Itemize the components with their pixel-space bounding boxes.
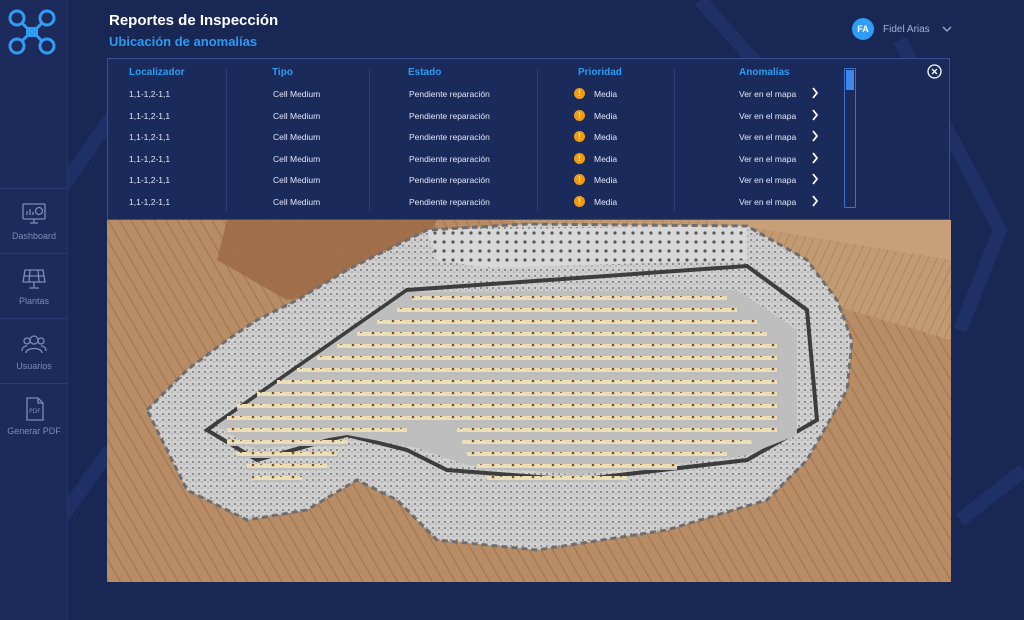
sidebar-item-usuarios[interactable]: Usuarios — [0, 318, 68, 383]
warning-circle-icon: ! — [574, 195, 585, 207]
cell-tipo: Cell Medium — [273, 132, 321, 142]
sidebar-item-dashboard[interactable]: Dashboard — [0, 188, 68, 253]
cell-estado: Pendiente reparación — [409, 110, 490, 121]
aerial-plant-image[interactable] — [107, 220, 951, 582]
cell-estado: Pendiente reparación — [409, 132, 490, 142]
cell-localizador: 1,1-1,2-1,1 — [129, 153, 171, 164]
warning-circle-icon: ! — [574, 88, 585, 99]
users-icon — [21, 335, 47, 354]
table-row[interactable]: 1,1-1,2-1,1 Cell Medium Pendiente repara… — [108, 108, 848, 131]
cell-prioridad: Media — [594, 132, 618, 142]
table-row[interactable]: 1,1-1,2-1,1 Cell Medium Pendiente repara… — [108, 151, 848, 174]
view-on-map-link[interactable]: Ver en el mapa — [739, 111, 796, 121]
user-menu[interactable]: FA Fidel Arias — [852, 18, 952, 40]
drone-logo-icon[interactable] — [6, 8, 58, 56]
cell-tipo: Cell Medium — [273, 153, 321, 164]
cell-localizador: 1,1-1,2-1,1 — [129, 196, 171, 207]
sidebar-item-label: Plantas — [18, 296, 50, 306]
sidebar-item-label: Dashboard — [11, 231, 57, 241]
view-on-map-link[interactable]: Ver en el mapa — [739, 132, 796, 142]
cell-localizador: 1,1-1,2-1,1 — [129, 132, 171, 142]
cell-tipo: Cell Medium — [273, 196, 321, 207]
avatar: FA — [852, 18, 874, 40]
page-subtitle: Ubicación de anomalías — [109, 34, 258, 49]
chevron-down-icon — [942, 26, 952, 32]
cell-prioridad: Media — [594, 153, 618, 164]
sidebar-item-plantas[interactable]: Plantas — [0, 253, 68, 318]
column-header-tipo[interactable]: Tipo — [272, 67, 293, 78]
cell-estado: Pendiente reparación — [409, 89, 490, 99]
view-on-map-link[interactable]: Ver en el mapa — [739, 197, 796, 207]
chevron-right-icon[interactable] — [811, 130, 819, 142]
cell-estado: Pendiente reparación — [409, 153, 490, 164]
chevron-right-icon[interactable] — [811, 194, 819, 207]
page-title: Reportes de Inspección — [109, 12, 279, 29]
user-name: Fidel Arias — [883, 23, 930, 35]
cell-localizador: 1,1-1,2-1,1 — [129, 175, 171, 185]
view-on-map-link[interactable]: Ver en el mapa — [739, 154, 796, 164]
view-on-map-link[interactable]: Ver en el mapa — [739, 89, 796, 99]
anomaly-map[interactable] — [107, 220, 951, 582]
sidebar-item-generar-pdf[interactable]: PDF Generar PDF — [0, 383, 68, 448]
view-on-map-link[interactable]: Ver en el mapa — [739, 175, 796, 185]
cell-localizador: 1,1-1,2-1,1 — [129, 89, 171, 99]
table-row[interactable]: 1,1-1,2-1,1 Cell Medium Pendiente repara… — [108, 173, 848, 195]
cell-prioridad: Media — [594, 196, 618, 207]
table-row[interactable]: 1,1-1,2-1,1 Cell Medium Pendiente repara… — [108, 87, 848, 109]
cell-prioridad: Media — [594, 175, 618, 185]
solar-panel-icon — [22, 269, 46, 289]
chevron-right-icon[interactable] — [811, 87, 819, 99]
table-body: 1,1-1,2-1,1 Cell Medium Pendiente repara… — [108, 87, 848, 216]
cell-prioridad: Media — [594, 89, 618, 99]
column-header-localizador[interactable]: Localizador — [129, 67, 185, 78]
column-header-estado[interactable]: Estado — [408, 67, 441, 78]
warning-circle-icon: ! — [574, 152, 585, 164]
sidebar-nav: Dashboard Plantas Usuarios PDF Generar P… — [0, 188, 68, 448]
chevron-right-icon[interactable] — [811, 108, 819, 121]
pdf-file-icon: PDF — [26, 397, 44, 421]
dashboard-monitor-icon — [22, 203, 46, 224]
svg-text:PDF: PDF — [29, 408, 41, 415]
sidebar: Dashboard Plantas Usuarios PDF Generar P… — [0, 0, 68, 620]
sidebar-item-label: Usuarios — [16, 361, 52, 371]
cell-estado: Pendiente reparación — [409, 196, 490, 207]
table-scrollbar[interactable] — [844, 68, 856, 208]
warning-circle-icon: ! — [574, 131, 585, 142]
column-header-anomalias[interactable]: Anomalías — [739, 67, 790, 78]
anomalies-table-panel: Localizador Tipo Estado Prioridad Anomal… — [107, 58, 950, 220]
cell-localizador: 1,1-1,2-1,1 — [129, 110, 171, 121]
chevron-right-icon[interactable] — [811, 151, 819, 164]
column-header-prioridad[interactable]: Prioridad — [578, 67, 622, 78]
table-row[interactable]: 1,1-1,2-1,1 Cell Medium Pendiente repara… — [108, 130, 848, 152]
sidebar-item-label: Generar PDF — [7, 426, 61, 436]
cell-tipo: Cell Medium — [273, 175, 321, 185]
cell-prioridad: Media — [594, 110, 618, 121]
scrollbar-thumb[interactable] — [846, 70, 854, 90]
cell-estado: Pendiente reparación — [409, 175, 490, 185]
cell-tipo: Cell Medium — [273, 89, 321, 99]
close-icon[interactable] — [927, 64, 942, 79]
chevron-right-icon[interactable] — [811, 173, 819, 185]
warning-circle-icon: ! — [574, 109, 585, 121]
table-header: Localizador Tipo Estado Prioridad Anomal… — [108, 67, 848, 81]
cell-tipo: Cell Medium — [273, 110, 321, 121]
table-row[interactable]: 1,1-1,2-1,1 Cell Medium Pendiente repara… — [108, 194, 848, 217]
warning-circle-icon: ! — [574, 174, 585, 185]
